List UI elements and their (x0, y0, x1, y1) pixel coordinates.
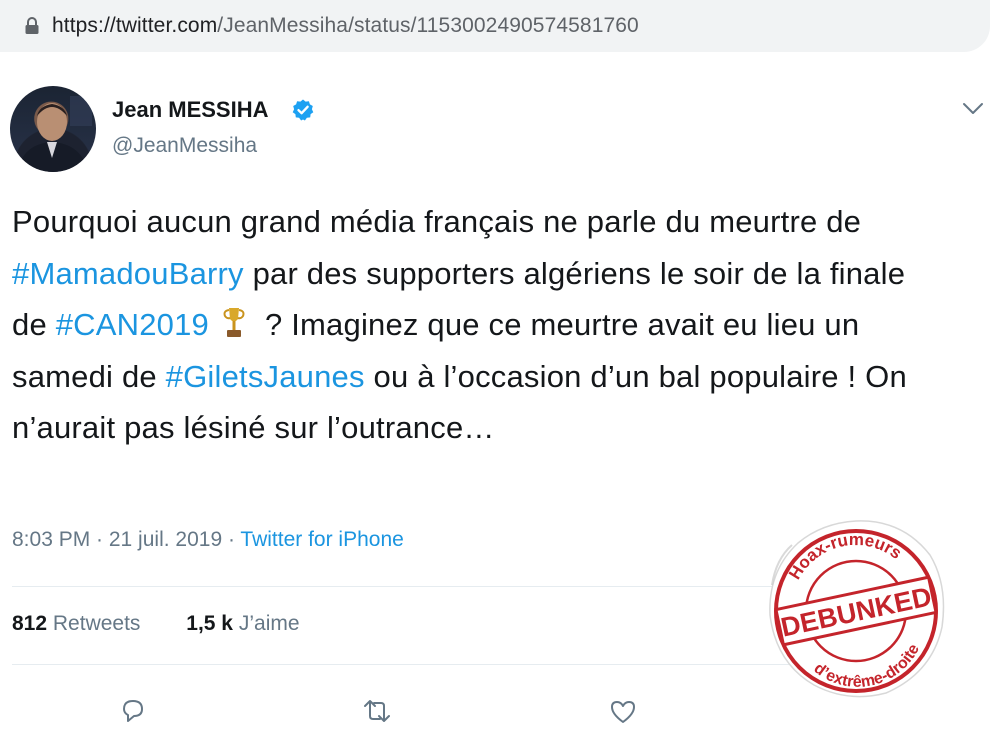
debunked-stamp: Hoax-rumeurs d’extrême-droite DEBUNKED (769, 519, 945, 701)
browser-address-bar: https://twitter.com/JeanMessiha/status/1… (0, 0, 1000, 58)
lock-icon[interactable] (24, 17, 40, 35)
avatar-image (18, 96, 92, 172)
tweet-text: Pourquoi aucun grand média français ne p… (12, 196, 942, 454)
retweets-label: Retweets (52, 612, 141, 635)
likes-stat[interactable]: 1,5 k J’aime (186, 612, 299, 635)
retweets-count: 812 (12, 612, 48, 635)
author-handle[interactable]: @JeanMessiha (112, 134, 257, 158)
url-text[interactable]: https://twitter.com/JeanMessiha/status/1… (52, 14, 639, 38)
trophy-emoji-icon (223, 308, 245, 337)
reply-icon[interactable] (118, 696, 148, 726)
url-path: /JeanMessiha/status/1153002490574581760 (217, 14, 639, 37)
divider (12, 664, 852, 665)
retweet-icon[interactable] (362, 696, 392, 726)
chevron-down-icon[interactable] (961, 100, 985, 118)
tweet-stats: 812 Retweets 1,5 k J’aime (12, 612, 340, 636)
likes-count: 1,5 k (186, 612, 233, 635)
tweet-text-part: Pourquoi aucun grand média français ne p… (12, 204, 862, 239)
address-field[interactable]: https://twitter.com/JeanMessiha/status/1… (0, 0, 990, 52)
hashtag-link[interactable]: #CAN2019 (56, 307, 209, 342)
likes-label: J’aime (238, 612, 300, 635)
hashtag-link[interactable]: #MamadouBarry (12, 256, 244, 291)
url-domain: https://twitter.com (52, 14, 218, 37)
author-name[interactable]: Jean MESSIHA (112, 97, 269, 123)
hashtag-link[interactable]: #GiletsJaunes (166, 359, 365, 394)
tweet-meta: 8:03 PM · 21 juil. 2019 · Twitter for iP… (12, 528, 404, 552)
tweet-timestamp[interactable]: 8:03 PM · 21 juil. 2019 · (12, 528, 240, 551)
retweets-stat[interactable]: 812 Retweets (12, 612, 140, 635)
like-icon[interactable] (608, 696, 638, 726)
tweet-source-link[interactable]: Twitter for iPhone (240, 528, 403, 551)
avatar[interactable] (10, 86, 96, 172)
verified-badge-icon (292, 99, 314, 121)
divider (12, 586, 852, 587)
